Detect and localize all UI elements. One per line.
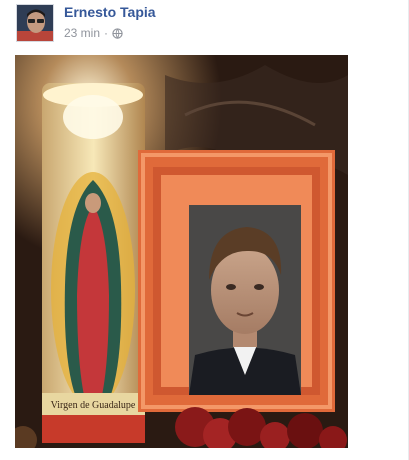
post-photo[interactable]: Virgen de Guadalupe	[15, 55, 348, 448]
author-avatar[interactable]	[16, 4, 54, 42]
candle-label-text: Virgen de Guadalupe	[51, 400, 136, 411]
globe-icon[interactable]	[112, 27, 123, 39]
feed-post: Ernesto Tapia 23 min · Virgen de Guadalu…	[0, 0, 409, 460]
meta-separator: ·	[104, 26, 109, 40]
post-timestamp[interactable]: 23 min	[64, 26, 100, 40]
candle-and-frame-image: Virgen de Guadalupe	[15, 55, 348, 448]
author-name-link[interactable]: Ernesto Tapia	[64, 4, 156, 20]
avatar-image	[17, 5, 53, 41]
post-meta: 23 min ·	[64, 26, 123, 40]
